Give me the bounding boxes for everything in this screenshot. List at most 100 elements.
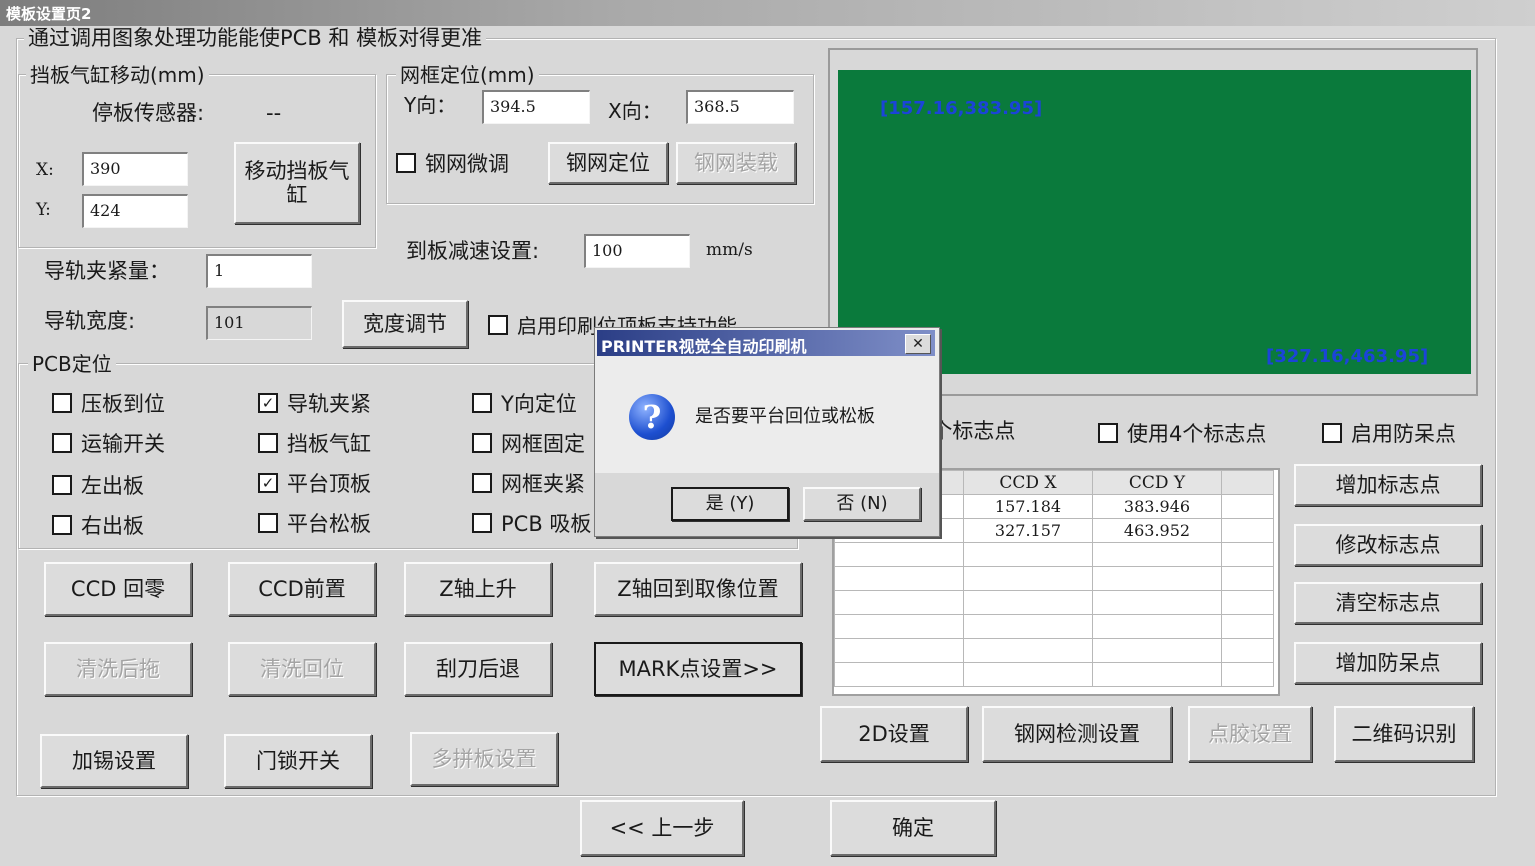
column-header: CCD X — [963, 470, 1093, 495]
pcb-checkbox-label: 网框夹紧 — [501, 472, 585, 496]
pcb-checkbox[interactable]: PCB 吸板 — [472, 508, 591, 538]
z-up-button[interactable]: Z轴上升 — [404, 562, 552, 616]
table-row[interactable] — [834, 614, 1274, 639]
table-cell — [1221, 614, 1274, 639]
checkbox-box[interactable] — [52, 475, 72, 495]
dialog-title-bar: PRINTER视觉全自动印刷机 ✕ — [597, 330, 935, 356]
ccd-zero-button[interactable]: CCD 回零 — [44, 562, 192, 616]
foolproof-checkbox[interactable]: 启用防呆点 — [1322, 418, 1456, 448]
rail-clamp-input[interactable]: 1 — [206, 254, 312, 288]
table-row[interactable] — [834, 566, 1274, 591]
four-marks-label: 使用4个标志点 — [1127, 422, 1267, 446]
qr-code-button[interactable]: 二维码识别 — [1334, 706, 1474, 762]
table-row[interactable] — [834, 590, 1274, 615]
z-capture-button[interactable]: Z轴回到取像位置 — [594, 562, 802, 616]
stencil-load-button[interactable]: 钢网装载 — [676, 142, 796, 184]
pcb-checkbox[interactable]: 平台松板 — [258, 508, 371, 538]
stencil-position-button[interactable]: 钢网定位 — [548, 142, 668, 184]
baffle-y-input[interactable]: 424 — [82, 194, 188, 228]
rail-width-input[interactable]: 101 — [206, 306, 312, 340]
checkbox-box[interactable] — [472, 513, 492, 533]
table-cell — [963, 638, 1093, 663]
table-cell — [834, 638, 964, 663]
checkbox-box[interactable] — [396, 153, 416, 173]
pcb-checkbox[interactable]: 网框固定 — [472, 428, 585, 458]
stencil-check-button[interactable]: 钢网检测设置 — [982, 706, 1172, 762]
add-foolproof-button[interactable]: 增加防呆点 — [1294, 642, 1482, 684]
pcb-checkbox[interactable]: ✓ 导轨夹紧 — [258, 388, 371, 418]
table-cell — [1221, 638, 1274, 663]
pcb-checkbox-label: PCB 吸板 — [501, 512, 592, 536]
checkbox-box[interactable] — [472, 473, 492, 493]
pcb-checkbox[interactable]: 压板到位 — [52, 388, 165, 418]
table-row[interactable] — [834, 662, 1274, 687]
pcb-checkbox[interactable]: 右出板 — [52, 510, 144, 540]
table-cell — [963, 566, 1093, 591]
table-cell — [963, 542, 1093, 567]
pcb-checkbox-label: 压板到位 — [81, 392, 165, 416]
table-cell — [1221, 518, 1274, 543]
pcb-checkbox[interactable]: ✓ 平台顶板 — [258, 468, 371, 498]
glue-settings-button[interactable]: 点胶设置 — [1188, 706, 1312, 762]
table-cell — [834, 614, 964, 639]
clear-mark-button[interactable]: 清空标志点 — [1294, 582, 1482, 624]
checkbox-box[interactable] — [1322, 423, 1342, 443]
pcb-checkbox[interactable]: 网框夹紧 — [472, 468, 585, 498]
ok-button[interactable]: 确定 — [830, 800, 996, 856]
checkbox-box[interactable]: ✓ — [258, 473, 278, 493]
frame-y-label: Y向： — [404, 93, 457, 117]
baffle-x-input[interactable]: 390 — [82, 152, 188, 186]
sensor-value: -- — [266, 101, 282, 125]
pcb-checkbox-label: 挡板气缸 — [287, 432, 371, 456]
sensor-label: 停板传感器: — [92, 101, 205, 125]
add-mark-button[interactable]: 增加标志点 — [1294, 464, 1482, 506]
frame-x-input[interactable]: 368.5 — [686, 90, 794, 124]
checkbox-box[interactable] — [472, 433, 492, 453]
pcb-checkbox-label: 平台顶板 — [287, 472, 371, 496]
wash-home-button[interactable]: 清洗回位 — [228, 642, 376, 696]
four-marks-checkbox[interactable]: 使用4个标志点 — [1098, 418, 1266, 448]
table-cell: 157.184 — [963, 494, 1093, 519]
wash-back-button[interactable]: 清洗后拖 — [44, 642, 192, 696]
table-cell — [834, 590, 964, 615]
pcb-checkbox[interactable]: Y向定位 — [472, 388, 577, 418]
prev-button[interactable]: << 上一步 — [580, 800, 744, 856]
pcb-checkbox-label: 左出板 — [81, 474, 144, 498]
edit-mark-button[interactable]: 修改标志点 — [1294, 524, 1482, 566]
yes-button[interactable]: 是 (Y) — [671, 487, 789, 521]
checkbox-box[interactable] — [52, 433, 72, 453]
dialog-title: PRINTER视觉全自动印刷机 — [601, 337, 807, 356]
table-cell — [1092, 542, 1222, 567]
checkbox-box[interactable] — [488, 314, 508, 335]
checkbox-box[interactable] — [258, 433, 278, 453]
checkbox-box[interactable] — [472, 393, 492, 413]
frame-y-input[interactable]: 394.5 — [482, 90, 590, 124]
multi-board-button[interactable]: 多拼板设置 — [410, 732, 558, 786]
no-button[interactable]: 否 (N) — [803, 487, 921, 521]
decel-input[interactable]: 100 — [584, 234, 690, 268]
table-row[interactable] — [834, 542, 1274, 567]
table-cell — [963, 614, 1093, 639]
mark-settings-button[interactable]: MARK点设置>> — [594, 642, 802, 696]
table-row[interactable] — [834, 638, 1274, 663]
tin-settings-button[interactable]: 加锡设置 — [40, 734, 188, 788]
dialog-message: 是否要平台回位或松板 — [695, 406, 875, 427]
fine-tune-checkbox[interactable]: 钢网微调 — [396, 148, 509, 178]
coord-bottom-label: [327.16,463.95] — [1266, 346, 1429, 367]
table-cell — [963, 662, 1093, 687]
checkbox-box[interactable] — [258, 513, 278, 533]
ccd-front-button[interactable]: CCD前置 — [228, 562, 376, 616]
close-icon[interactable]: ✕ — [905, 334, 931, 354]
width-adjust-button[interactable]: 宽度调节 — [342, 300, 468, 348]
checkbox-box[interactable] — [52, 393, 72, 413]
settings-2d-button[interactable]: 2D设置 — [820, 706, 968, 762]
pcb-checkbox[interactable]: 运输开关 — [52, 428, 165, 458]
pcb-checkbox[interactable]: 挡板气缸 — [258, 428, 371, 458]
checkbox-box[interactable] — [1098, 423, 1118, 443]
pcb-checkbox[interactable]: 左出板 — [52, 470, 144, 500]
checkbox-box[interactable] — [52, 515, 72, 535]
door-lock-button[interactable]: 门锁开关 — [224, 734, 372, 788]
blade-back-button[interactable]: 刮刀后退 — [404, 642, 552, 696]
move-baffle-button[interactable]: 移动挡板气缸 — [234, 142, 360, 224]
checkbox-box[interactable]: ✓ — [258, 393, 278, 413]
